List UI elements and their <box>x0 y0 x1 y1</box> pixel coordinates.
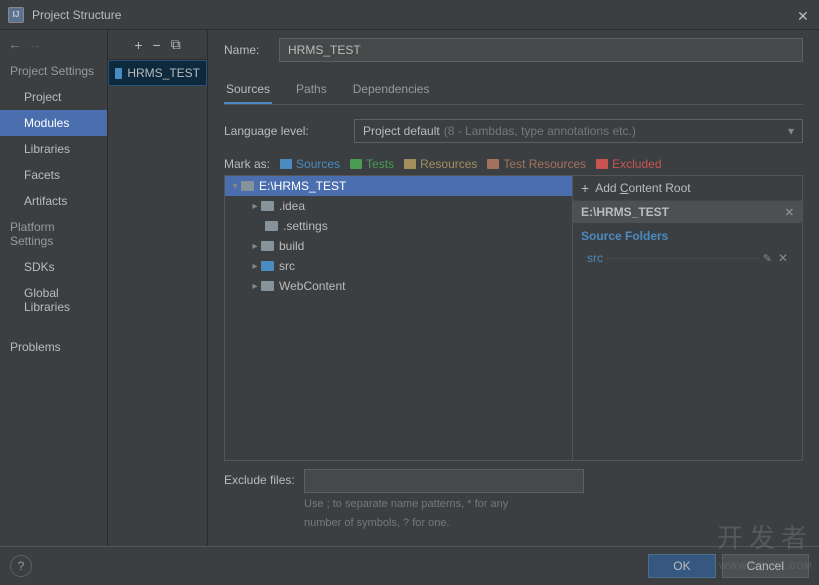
language-level-select[interactable]: Project default (8 - Lambdas, type annot… <box>354 119 803 143</box>
tree-item-label: WebContent <box>279 279 346 293</box>
nav-global-libs[interactable]: Global Libraries <box>0 280 107 320</box>
module-tabs: Sources Paths Dependencies <box>224 76 803 105</box>
edit-icon[interactable]: ✎ <box>763 252 772 265</box>
remove-icon[interactable]: ✕ <box>778 251 788 265</box>
tree-item-idea[interactable]: ▸ .idea <box>225 196 572 216</box>
section-project-settings: Project Settings <box>0 58 107 84</box>
source-folder-label: src <box>587 251 603 265</box>
mark-test-resources-button[interactable]: Test Resources <box>487 157 586 171</box>
add-content-root-button[interactable]: + Add Content Root <box>573 176 802 201</box>
expand-icon[interactable]: ▾ <box>229 181 241 192</box>
tree-item-webcontent[interactable]: ▸ WebContent <box>225 276 572 296</box>
sources-color-icon <box>280 159 292 169</box>
add-module-icon[interactable]: + <box>134 37 142 53</box>
mark-sources-button[interactable]: Sources <box>280 157 340 171</box>
nav-problems[interactable]: Problems <box>0 334 107 360</box>
tree-item-label: src <box>279 259 295 273</box>
folder-icon <box>261 281 274 291</box>
exclude-files-row: Exclude files: Use ; to separate name pa… <box>224 461 803 538</box>
nav-artifacts[interactable]: Artifacts <box>0 188 107 214</box>
module-item-hrms-test[interactable]: HRMS_TEST <box>108 60 207 86</box>
module-folder-icon <box>115 68 122 79</box>
tree-item-label: .settings <box>283 219 328 233</box>
folder-icon <box>241 181 254 191</box>
help-button[interactable]: ? <box>10 555 32 577</box>
nav-history: ← → <box>0 30 107 58</box>
nav-modules[interactable]: Modules <box>0 110 107 136</box>
forward-icon[interactable]: → <box>28 36 42 52</box>
language-level-value: Project default <box>363 124 440 138</box>
exclude-files-input[interactable] <box>304 469 584 493</box>
close-icon[interactable]: ✕ <box>797 8 811 22</box>
tab-sources[interactable]: Sources <box>224 76 272 104</box>
remove-root-icon[interactable]: ✕ <box>785 206 794 219</box>
module-item-label: HRMS_TEST <box>127 66 200 80</box>
exclude-files-label: Exclude files: <box>224 469 304 487</box>
folder-icon <box>261 201 274 211</box>
content-root-label: E:\HRMS_TEST <box>581 205 669 219</box>
chevron-down-icon: ▾ <box>788 124 794 138</box>
mark-excluded-button[interactable]: Excluded <box>596 157 661 171</box>
left-nav: ← → Project Settings Project Modules Lib… <box>0 30 108 546</box>
source-folders-header: Source Folders <box>573 223 802 249</box>
nav-libraries[interactable]: Libraries <box>0 136 107 162</box>
tree-root[interactable]: ▾ E:\HRMS_TEST <box>225 176 572 196</box>
expand-icon[interactable]: ▸ <box>249 261 261 272</box>
tab-dependencies[interactable]: Dependencies <box>351 76 432 104</box>
resources-color-icon <box>404 159 416 169</box>
folder-icon <box>261 241 274 251</box>
section-platform-settings: Platform Settings <box>0 214 107 254</box>
module-toolbar: + − ⧉ <box>108 30 207 60</box>
window-title: Project Structure <box>32 8 121 22</box>
tree-root-label: E:\HRMS_TEST <box>259 179 346 193</box>
mark-as-label: Mark as: <box>224 157 270 171</box>
language-level-hint: (8 - Lambdas, type annotations etc.) <box>444 124 636 138</box>
content-roots-pane: + Add Content Root E:\HRMS_TEST ✕ Source… <box>572 176 802 460</box>
nav-sdks[interactable]: SDKs <box>0 254 107 280</box>
expand-icon[interactable]: ▸ <box>249 241 261 252</box>
cancel-button[interactable]: Cancel <box>722 554 809 578</box>
name-label: Name: <box>224 43 279 57</box>
module-list: + − ⧉ HRMS_TEST <box>108 30 208 546</box>
ok-button[interactable]: OK <box>648 554 715 578</box>
nav-project[interactable]: Project <box>0 84 107 110</box>
exclude-hint-2: number of symbols, ? for one. <box>304 516 803 530</box>
folder-icon <box>265 221 278 231</box>
source-tree: ▾ E:\HRMS_TEST ▸ .idea .settings ▸ <box>225 176 572 460</box>
mark-as-row: Mark as: Sources Tests Resources Test Re… <box>224 157 803 171</box>
copy-module-icon[interactable]: ⧉ <box>171 36 181 53</box>
tree-item-label: build <box>279 239 304 253</box>
mark-tests-button[interactable]: Tests <box>350 157 394 171</box>
titlebar: IJ Project Structure ✕ <box>0 0 819 30</box>
mark-resources-button[interactable]: Resources <box>404 157 477 171</box>
tree-item-settings[interactable]: .settings <box>225 216 572 236</box>
exclude-hint-1: Use ; to separate name patterns, * for a… <box>304 497 803 511</box>
language-level-label: Language level: <box>224 124 354 138</box>
remove-module-icon[interactable]: − <box>153 37 161 53</box>
tree-item-build[interactable]: ▸ build <box>225 236 572 256</box>
back-icon[interactable]: ← <box>8 36 22 52</box>
app-icon: IJ <box>8 7 24 23</box>
tab-paths[interactable]: Paths <box>294 76 329 104</box>
expand-icon[interactable]: ▸ <box>249 281 261 292</box>
excluded-color-icon <box>596 159 608 169</box>
content-panel: Name: Sources Paths Dependencies Languag… <box>208 30 819 546</box>
nav-facets[interactable]: Facets <box>0 162 107 188</box>
expand-icon[interactable]: ▸ <box>249 201 261 212</box>
tree-item-src[interactable]: ▸ src <box>225 256 572 276</box>
source-folder-icon <box>261 261 274 271</box>
sources-container: ▾ E:\HRMS_TEST ▸ .idea .settings ▸ <box>224 175 803 461</box>
test-resources-color-icon <box>487 159 499 169</box>
tree-item-label: .idea <box>279 199 305 213</box>
plus-icon: + <box>581 180 589 196</box>
source-folder-item[interactable]: src ✎ ✕ <box>573 249 802 267</box>
content-root-item[interactable]: E:\HRMS_TEST ✕ <box>573 201 802 223</box>
name-input[interactable] <box>279 38 803 62</box>
footer: ? OK Cancel <box>0 546 819 585</box>
tests-color-icon <box>350 159 362 169</box>
